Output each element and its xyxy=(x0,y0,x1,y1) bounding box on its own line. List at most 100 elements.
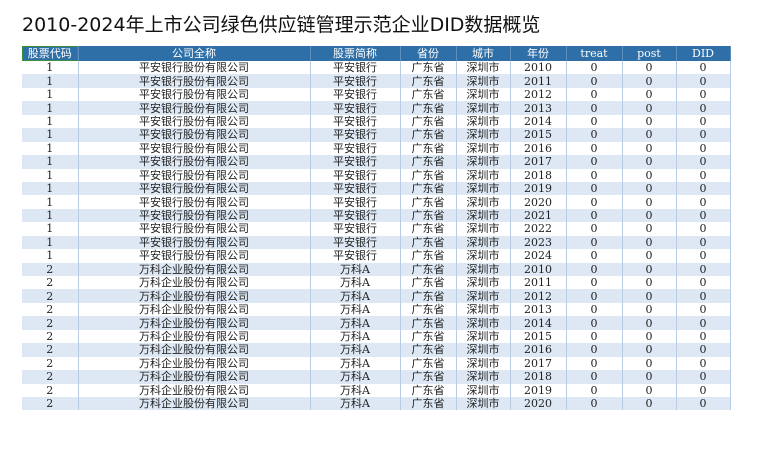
did-cell[interactable]: 0 xyxy=(676,289,731,303)
city-cell[interactable]: 深圳市 xyxy=(456,74,511,88)
stock-short-name-cell[interactable]: 万科A xyxy=(310,262,401,276)
year-cell[interactable]: 2020 xyxy=(510,195,567,209)
did-cell[interactable]: 0 xyxy=(676,181,731,196)
company-name-cell[interactable]: 万科企业股份有限公司 xyxy=(78,329,311,344)
stock-code-cell[interactable]: 1 xyxy=(22,74,79,88)
post-cell[interactable]: 0 xyxy=(622,181,677,196)
stock-code-cell[interactable]: 1 xyxy=(22,181,79,196)
treat-cell[interactable]: 0 xyxy=(566,87,623,102)
treat-cell[interactable]: 0 xyxy=(566,114,623,129)
did-cell[interactable]: 0 xyxy=(676,329,731,344)
province-cell[interactable]: 广东省 xyxy=(400,128,457,142)
company-name-cell[interactable]: 平安银行股份有限公司 xyxy=(78,235,311,250)
treat-cell[interactable]: 0 xyxy=(566,396,623,411)
stock-short-name-cell[interactable]: 平安银行 xyxy=(310,114,401,129)
stock-short-name-cell[interactable]: 万科A xyxy=(310,356,401,371)
city-cell[interactable]: 深圳市 xyxy=(456,114,511,129)
year-cell[interactable]: 2013 xyxy=(510,302,567,317)
did-cell[interactable]: 0 xyxy=(676,235,731,250)
company-name-cell[interactable]: 平安银行股份有限公司 xyxy=(78,87,311,102)
stock-code-cell[interactable]: 2 xyxy=(22,302,79,317)
company-name-cell[interactable]: 万科企业股份有限公司 xyxy=(78,302,311,317)
post-cell[interactable]: 0 xyxy=(622,356,677,371)
city-cell[interactable]: 深圳市 xyxy=(456,208,511,223)
stock-short-name-cell[interactable]: 万科A xyxy=(310,343,401,357)
city-cell[interactable]: 深圳市 xyxy=(456,128,511,142)
stock-short-name-cell[interactable]: 平安银行 xyxy=(310,168,401,182)
year-cell[interactable]: 2010 xyxy=(510,262,567,276)
city-cell[interactable]: 深圳市 xyxy=(456,61,511,75)
year-cell[interactable]: 2018 xyxy=(510,370,567,384)
treat-cell[interactable]: 0 xyxy=(566,101,623,115)
province-cell[interactable]: 广东省 xyxy=(400,235,457,250)
treat-cell[interactable]: 0 xyxy=(566,343,623,357)
did-cell[interactable]: 0 xyxy=(676,87,731,102)
city-cell[interactable]: 深圳市 xyxy=(456,329,511,344)
province-cell[interactable]: 广东省 xyxy=(400,87,457,102)
treat-cell[interactable]: 0 xyxy=(566,128,623,142)
stock-code-cell[interactable]: 2 xyxy=(22,276,79,290)
stock-short-name-cell[interactable]: 平安银行 xyxy=(310,249,401,263)
stock-short-name-cell[interactable]: 万科A xyxy=(310,302,401,317)
stock-code-cell[interactable]: 1 xyxy=(22,141,79,156)
province-cell[interactable]: 广东省 xyxy=(400,370,457,384)
stock-code-cell[interactable]: 1 xyxy=(22,235,79,250)
did-cell[interactable]: 0 xyxy=(676,396,731,411)
did-cell[interactable]: 0 xyxy=(676,208,731,223)
post-cell[interactable]: 0 xyxy=(622,276,677,290)
province-cell[interactable]: 广东省 xyxy=(400,168,457,182)
post-cell[interactable]: 0 xyxy=(622,87,677,102)
treat-cell[interactable]: 0 xyxy=(566,302,623,317)
province-cell[interactable]: 广东省 xyxy=(400,276,457,290)
treat-cell[interactable]: 0 xyxy=(566,356,623,371)
year-cell[interactable]: 2017 xyxy=(510,155,567,169)
stock-code-cell[interactable]: 1 xyxy=(22,155,79,169)
stock-code-cell[interactable]: 1 xyxy=(22,128,79,142)
city-cell[interactable]: 深圳市 xyxy=(456,87,511,102)
province-cell[interactable]: 广东省 xyxy=(400,141,457,156)
stock-short-name-cell[interactable]: 万科A xyxy=(310,383,401,397)
company-name-cell[interactable]: 平安银行股份有限公司 xyxy=(78,155,311,169)
province-cell[interactable]: 广东省 xyxy=(400,289,457,303)
post-cell[interactable]: 0 xyxy=(622,141,677,156)
treat-cell[interactable]: 0 xyxy=(566,74,623,88)
header-stock-short-name[interactable]: 股票简称 xyxy=(310,46,401,61)
stock-short-name-cell[interactable]: 万科A xyxy=(310,276,401,290)
treat-cell[interactable]: 0 xyxy=(566,195,623,209)
year-cell[interactable]: 2021 xyxy=(510,208,567,223)
company-name-cell[interactable]: 平安银行股份有限公司 xyxy=(78,222,311,236)
year-cell[interactable]: 2011 xyxy=(510,276,567,290)
did-cell[interactable]: 0 xyxy=(676,61,731,75)
did-cell[interactable]: 0 xyxy=(676,356,731,371)
province-cell[interactable]: 广东省 xyxy=(400,74,457,88)
did-cell[interactable]: 0 xyxy=(676,276,731,290)
stock-code-cell[interactable]: 1 xyxy=(22,114,79,129)
treat-cell[interactable]: 0 xyxy=(566,249,623,263)
year-cell[interactable]: 2011 xyxy=(510,74,567,88)
treat-cell[interactable]: 0 xyxy=(566,181,623,196)
province-cell[interactable]: 广东省 xyxy=(400,343,457,357)
did-cell[interactable]: 0 xyxy=(676,343,731,357)
year-cell[interactable]: 2018 xyxy=(510,168,567,182)
province-cell[interactable]: 广东省 xyxy=(400,155,457,169)
province-cell[interactable]: 广东省 xyxy=(400,316,457,330)
year-cell[interactable]: 2023 xyxy=(510,235,567,250)
company-name-cell[interactable]: 万科企业股份有限公司 xyxy=(78,370,311,384)
province-cell[interactable]: 广东省 xyxy=(400,302,457,317)
stock-code-cell[interactable]: 1 xyxy=(22,195,79,209)
company-name-cell[interactable]: 平安银行股份有限公司 xyxy=(78,61,311,75)
city-cell[interactable]: 深圳市 xyxy=(456,289,511,303)
header-did[interactable]: DID xyxy=(676,46,731,61)
stock-code-cell[interactable]: 1 xyxy=(22,168,79,182)
post-cell[interactable]: 0 xyxy=(622,329,677,344)
stock-short-name-cell[interactable]: 平安银行 xyxy=(310,101,401,115)
company-name-cell[interactable]: 万科企业股份有限公司 xyxy=(78,396,311,411)
treat-cell[interactable]: 0 xyxy=(566,208,623,223)
year-cell[interactable]: 2016 xyxy=(510,343,567,357)
did-cell[interactable]: 0 xyxy=(676,262,731,276)
stock-short-name-cell[interactable]: 平安银行 xyxy=(310,222,401,236)
post-cell[interactable]: 0 xyxy=(622,396,677,411)
province-cell[interactable]: 广东省 xyxy=(400,101,457,115)
company-name-cell[interactable]: 万科企业股份有限公司 xyxy=(78,262,311,276)
did-cell[interactable]: 0 xyxy=(676,316,731,330)
